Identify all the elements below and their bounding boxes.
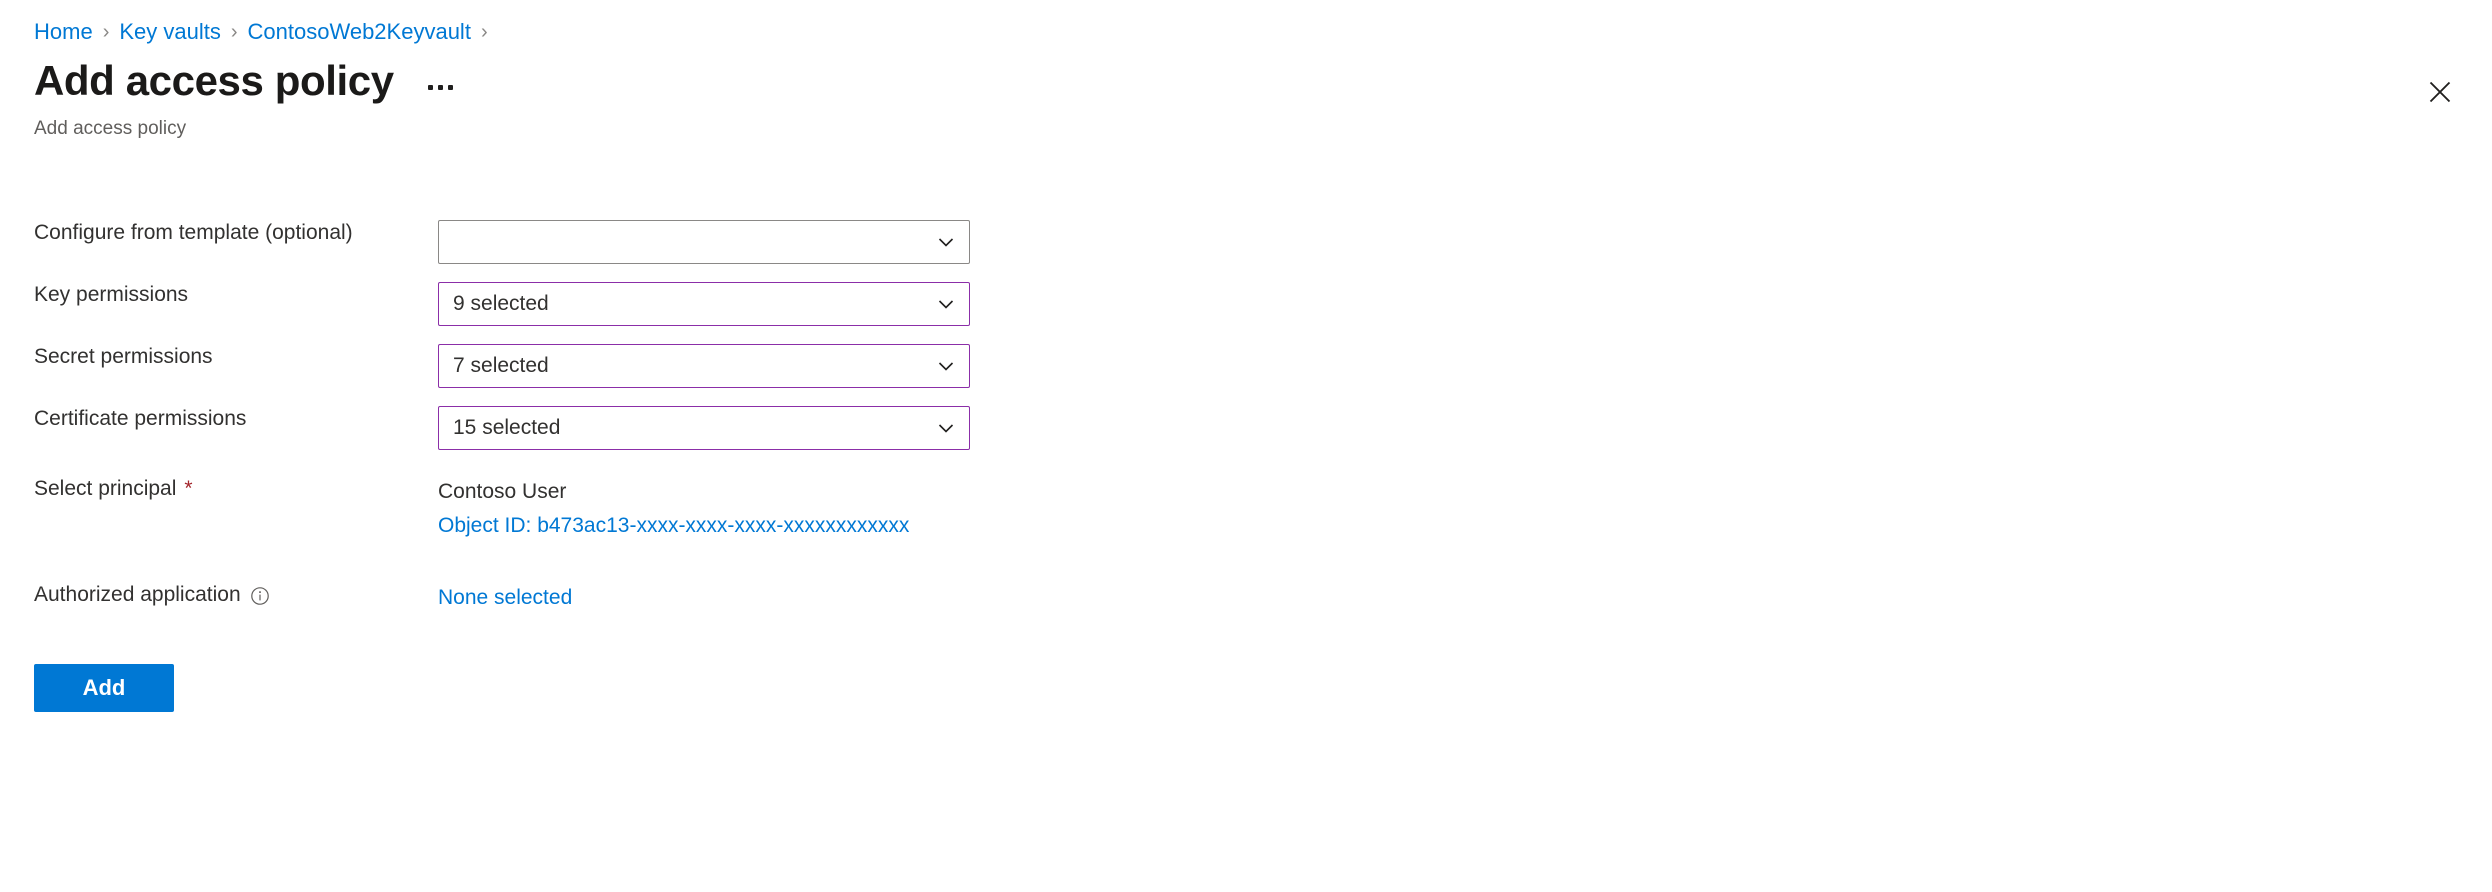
select-principal-value: Contoso User Object ID: b473ac13-xxxx-xx… xyxy=(438,476,909,540)
configure-from-template-label: Configure from template (optional) xyxy=(34,221,353,244)
info-icon[interactable] xyxy=(249,585,271,607)
breadcrumb-separator-icon: › xyxy=(102,21,110,43)
certificate-permissions-label: Certificate permissions xyxy=(34,407,247,430)
ellipsis-dot xyxy=(437,84,443,90)
field-certificate-permissions: Certificate permissions 15 selected xyxy=(0,406,2492,450)
field-configure-from-template: Configure from template (optional) xyxy=(0,220,2492,264)
secret-permissions-label: Secret permissions xyxy=(34,345,213,368)
select-principal-label: Select principal xyxy=(34,477,177,500)
page-title: Add access policy xyxy=(34,57,394,104)
key-permissions-dropdown[interactable]: 9 selected xyxy=(438,282,970,326)
ellipsis-dot xyxy=(427,84,433,90)
field-label: Authorized application xyxy=(0,582,438,608)
info-circle-icon xyxy=(250,587,269,605)
principal-object-id-link[interactable]: Object ID: b473ac13-xxxx-xxxx-xxxx-xxxxx… xyxy=(438,512,909,540)
chevron-down-icon xyxy=(938,238,954,247)
field-secret-permissions: Secret permissions 7 selected xyxy=(0,344,2492,388)
breadcrumb-separator-icon: › xyxy=(480,21,488,43)
field-authorized-application: Authorized application None selected xyxy=(0,582,2492,626)
field-label: Key permissions xyxy=(0,282,438,308)
field-label: Configure from template (optional) xyxy=(0,220,438,246)
chevron-down-icon xyxy=(938,424,954,433)
key-permissions-value: 9 selected xyxy=(453,292,549,315)
configure-from-template-dropdown[interactable] xyxy=(438,220,970,264)
chevron-down-icon xyxy=(938,300,954,309)
breadcrumb-item-contosoweb2keyvault[interactable]: ContosoWeb2Keyvault xyxy=(248,19,471,45)
close-icon xyxy=(2429,81,2451,103)
authorized-application-label: Authorized application xyxy=(34,583,241,606)
field-label: Certificate permissions xyxy=(0,406,438,432)
principal-name: Contoso User xyxy=(438,480,567,503)
field-key-permissions: Key permissions 9 selected xyxy=(0,282,2492,326)
breadcrumb-item-home[interactable]: Home xyxy=(34,19,93,45)
close-button[interactable] xyxy=(2420,72,2460,112)
breadcrumb-separator-icon: › xyxy=(230,21,238,43)
more-commands-icon[interactable] xyxy=(422,75,459,100)
page-header: Add access policy xyxy=(34,55,459,107)
certificate-permissions-value: 15 selected xyxy=(453,416,561,439)
secret-permissions-value: 7 selected xyxy=(453,354,549,377)
breadcrumb-item-key-vaults[interactable]: Key vaults xyxy=(119,19,221,45)
field-label: Select principal * xyxy=(0,476,438,502)
required-indicator: * xyxy=(184,477,193,500)
ellipsis-dot xyxy=(447,84,453,90)
field-label: Secret permissions xyxy=(0,344,438,370)
add-button[interactable]: Add xyxy=(34,664,174,712)
field-select-principal: Select principal * Contoso User Object I… xyxy=(0,476,2492,540)
certificate-permissions-dropdown[interactable]: 15 selected xyxy=(438,406,970,450)
breadcrumb: Home › Key vaults › ContosoWeb2Keyvault … xyxy=(34,19,498,45)
authorized-application-link[interactable]: None selected xyxy=(438,584,572,612)
add-access-policy-form: Configure from template (optional) Key p… xyxy=(0,220,2492,712)
chevron-down-icon xyxy=(938,362,954,371)
key-permissions-label: Key permissions xyxy=(34,283,189,306)
secret-permissions-dropdown[interactable]: 7 selected xyxy=(438,344,970,388)
page-subtitle: Add access policy xyxy=(34,118,187,139)
authorized-application-value: None selected xyxy=(438,582,572,612)
